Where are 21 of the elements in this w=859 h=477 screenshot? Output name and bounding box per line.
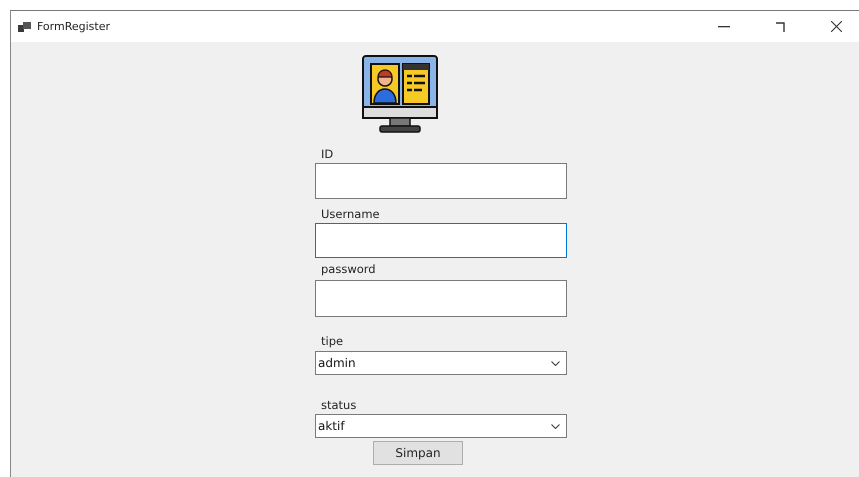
text-field[interactable]: [315, 223, 567, 258]
field-label: Username: [321, 206, 381, 222]
computer-user-icon: [362, 55, 438, 135]
dropdown-value: admin: [318, 356, 356, 370]
app-icon: [18, 22, 31, 32]
dropdown-field[interactable]: aktif: [315, 414, 567, 438]
close-icon: [830, 21, 842, 32]
chevron-down-icon: [551, 424, 560, 428]
window-title: FormRegister: [37, 20, 111, 33]
save-button[interactable]: Simpan: [373, 441, 463, 465]
minimize-icon: [718, 26, 730, 28]
field-label: ID: [321, 146, 334, 162]
text-field[interactable]: [315, 280, 567, 317]
maximize-icon: [775, 22, 785, 32]
dropdown-value: aktif: [318, 419, 345, 433]
chevron-down-icon: [551, 360, 560, 366]
dropdown-field[interactable]: admin: [315, 351, 567, 375]
field-label: tipe: [321, 333, 344, 349]
field-label: status: [321, 397, 358, 413]
field-label: password: [321, 261, 377, 277]
text-field[interactable]: [315, 163, 567, 199]
